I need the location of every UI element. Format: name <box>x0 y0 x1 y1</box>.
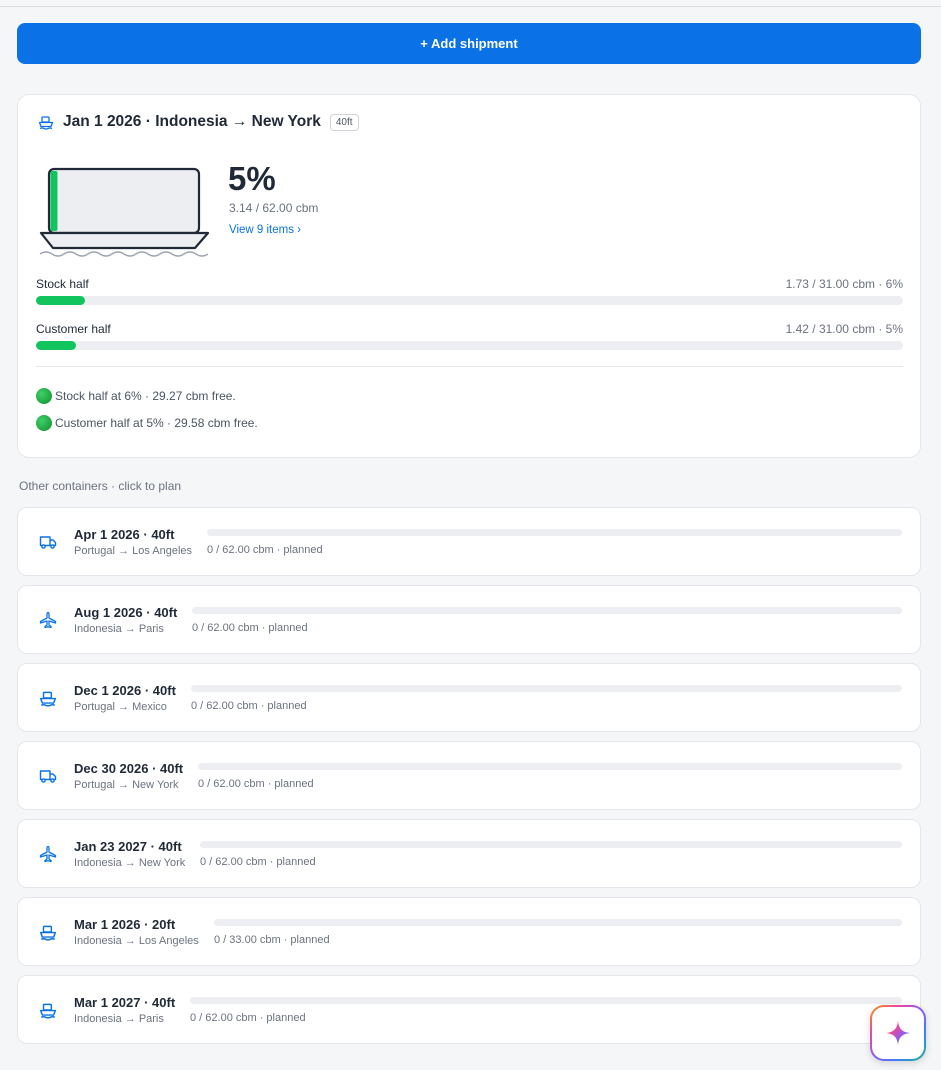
container-card-stat: 0 / 62.00 cbm · planned <box>190 1012 306 1024</box>
ship-icon <box>39 1001 57 1019</box>
container-card-text: Dec 30 2026 · 40ft Portugal → New York <box>74 761 183 791</box>
truck-icon <box>39 767 57 785</box>
container-card-route: Indonesia → Los Angeles <box>74 935 199 947</box>
fill-percentage: 5% <box>228 160 276 197</box>
stock-half-label: Stock half <box>36 277 89 291</box>
container-card-stat: 0 / 62.00 cbm · planned <box>192 622 308 634</box>
container-card-text: Aug 1 2026 · 40ft Indonesia → Paris <box>74 605 177 635</box>
container-card-route: Indonesia → New York <box>74 857 186 869</box>
container-card-route: Indonesia → Paris <box>74 623 164 635</box>
ship-icon <box>39 689 57 707</box>
container-card-text: Apr 1 2026 · 40ft Portugal → Los Angeles <box>74 527 192 557</box>
cbm-usage: 3.14 / 62.00 cbm <box>229 201 319 215</box>
container-card-progress <box>207 529 902 536</box>
container-card-progress <box>190 997 902 1004</box>
container-card-title: Mar 1 2027 · 40ft <box>74 995 176 1010</box>
green-circle-icon <box>36 415 52 431</box>
stock-half-stat: 1.73 / 31.00 cbm · 6% <box>785 277 903 291</box>
assistant-button[interactable] <box>870 1005 926 1061</box>
card-divider <box>36 366 903 367</box>
container-card-route: Indonesia → Paris <box>74 1013 164 1025</box>
container-ship-illustration <box>39 167 210 257</box>
container-card[interactable]: Jan 23 2027 · 40ft Indonesia → New York 0 … <box>17 819 921 888</box>
ship-icon <box>38 114 54 130</box>
container-card-capacity: 0 / 62.00 cbm · planned <box>207 529 902 556</box>
active-container-header: Jan 1 2026 · Indonesia → New York 40ft <box>38 113 359 131</box>
container-card-stat: 0 / 62.00 cbm · planned <box>207 544 323 556</box>
container-card-stat: 0 / 62.00 cbm · planned <box>200 856 316 868</box>
container-card-route: Portugal → Los Angeles <box>74 545 193 557</box>
container-card-stat: 0 / 33.00 cbm · planned <box>214 934 330 946</box>
customer-half-note-text: Customer half at 5% · 29.58 cbm free. <box>55 416 258 430</box>
container-card-title: Aug 1 2026 · 40ft <box>74 605 178 620</box>
container-card-title: Apr 1 2026 · 40ft <box>74 527 175 542</box>
stock-half-progress <box>36 296 903 305</box>
view-items-link[interactable]: View 9 items › <box>229 224 301 236</box>
stock-half-note: Stock half at 6% · 29.27 cbm free. <box>36 388 236 404</box>
container-card-capacity: 0 / 33.00 cbm · planned <box>214 919 902 946</box>
container-card[interactable]: Apr 1 2026 · 40ft Portugal → Los Angeles 0… <box>17 507 921 576</box>
container-card[interactable]: Dec 1 2026 · 40ft Portugal → Mexico 0 / 62… <box>17 663 921 732</box>
green-circle-icon <box>36 388 52 404</box>
customer-half-progress <box>36 341 903 350</box>
container-card-text: Jan 23 2027 · 40ft Indonesia → New York <box>74 839 185 869</box>
container-card-title: Mar 1 2026 · 20ft <box>74 917 176 932</box>
stock-half-note-text: Stock half at 6% · 29.27 cbm free. <box>55 389 236 403</box>
container-card-title: Dec 30 2026 · 40ft <box>74 761 184 776</box>
active-container-card: Jan 1 2026 · Indonesia → New York 40ft 5… <box>17 94 921 458</box>
container-card-capacity: 0 / 62.00 cbm · planned <box>191 685 902 712</box>
customer-half-stat: 1.42 / 31.00 cbm · 5% <box>785 322 903 336</box>
plane-icon <box>39 611 57 629</box>
add-shipment-button[interactable]: + Add shipment <box>17 23 921 64</box>
customer-half-note: Customer half at 5% · 29.58 cbm free. <box>36 415 258 431</box>
stock-half-progress-fill <box>36 296 85 305</box>
container-card[interactable]: Aug 1 2026 · 40ft Indonesia → Paris 0 / 62… <box>17 585 921 654</box>
container-card-capacity: 0 / 62.00 cbm · planned <box>192 607 902 634</box>
container-card-progress <box>200 841 902 848</box>
container-card-title: Jan 23 2027 · 40ft <box>74 839 182 854</box>
container-card[interactable]: Mar 1 2027 · 40ft Indonesia → Paris 0 / 62… <box>17 975 921 1044</box>
container-card-text: Mar 1 2027 · 40ft Indonesia → Paris <box>74 995 175 1025</box>
container-card-capacity: 0 / 62.00 cbm · planned <box>190 997 902 1024</box>
container-card-progress <box>198 763 902 770</box>
container-card-progress <box>191 685 902 692</box>
customer-half-label: Customer half <box>36 322 111 336</box>
truck-icon <box>39 533 57 551</box>
container-card[interactable]: Mar 1 2026 · 20ft Indonesia → Los Angeles… <box>17 897 921 966</box>
container-card-capacity: 0 / 62.00 cbm · planned <box>200 841 902 868</box>
container-card-progress <box>214 919 902 926</box>
ship-icon <box>39 923 57 941</box>
sparkle-icon <box>886 1021 910 1045</box>
container-card-stat: 0 / 62.00 cbm · planned <box>191 700 307 712</box>
active-container-title: Jan 1 2026 · Indonesia → New York <box>63 113 321 130</box>
container-card-route: Portugal → Mexico <box>74 701 167 713</box>
plane-icon <box>39 845 57 863</box>
container-size-badge: 40ft <box>329 113 359 131</box>
container-card-text: Mar 1 2026 · 20ft Indonesia → Los Angeles <box>74 917 199 947</box>
container-card-capacity: 0 / 62.00 cbm · planned <box>198 763 902 790</box>
customer-half-progress-fill <box>36 341 76 350</box>
other-containers-heading: Other containers · click to plan <box>19 479 182 493</box>
container-card-progress <box>192 607 902 614</box>
top-divider <box>0 6 941 7</box>
container-card-route: Portugal → New York <box>74 779 179 791</box>
container-card[interactable]: Dec 30 2026 · 40ft Portugal → New York 0 /… <box>17 741 921 810</box>
container-card-title: Dec 1 2026 · 40ft <box>74 683 176 698</box>
container-card-text: Dec 1 2026 · 40ft Portugal → Mexico <box>74 683 176 713</box>
container-card-stat: 0 / 62.00 cbm · planned <box>198 778 314 790</box>
